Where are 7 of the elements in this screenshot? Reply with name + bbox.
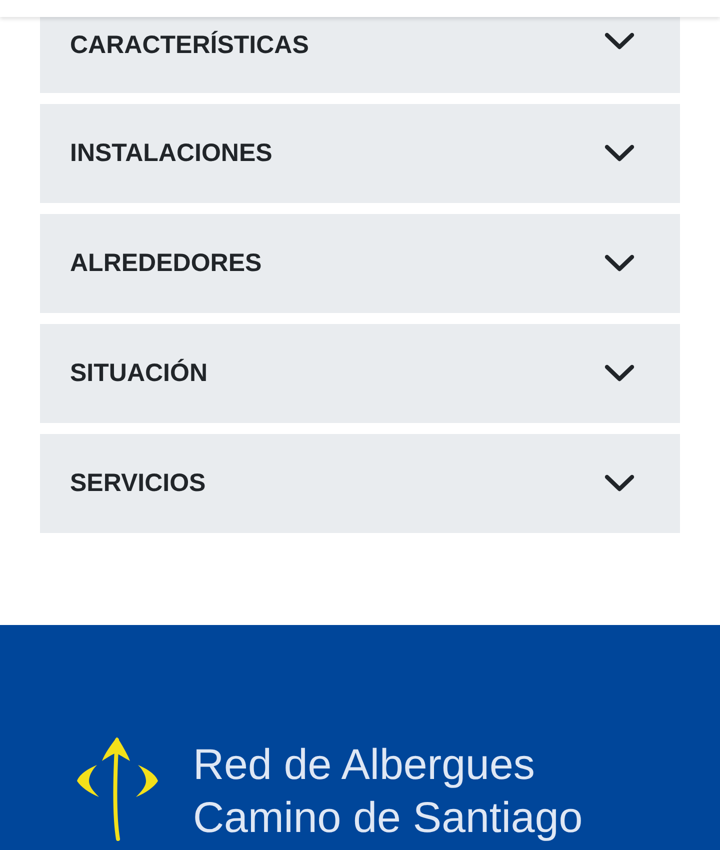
accordion-header[interactable]: SERVICIOS <box>40 434 680 533</box>
accordion-header[interactable]: INSTALACIONES <box>40 104 680 203</box>
accordion-header[interactable]: CARACTERÍSTICAS <box>40 17 680 93</box>
accordion-header[interactable]: ALREDEDORES <box>40 214 680 313</box>
brand-name: Red de Albergues Camino de Santiago <box>193 740 583 844</box>
accordion-header[interactable]: SITUACIÓN <box>40 324 680 423</box>
arrow-logo-icon <box>75 735 160 841</box>
